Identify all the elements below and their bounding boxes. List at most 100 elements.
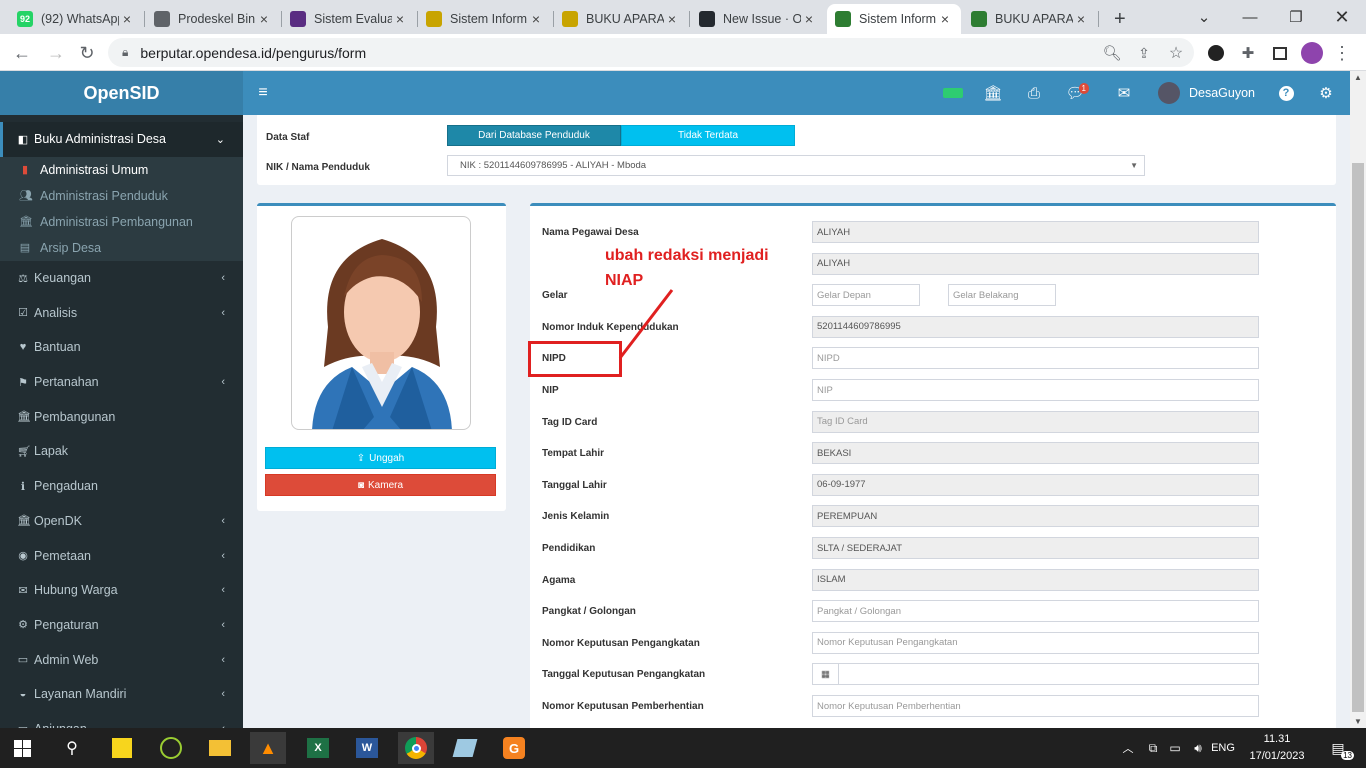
dari-database-button[interactable]: Dari Database Penduduk bbox=[447, 125, 621, 146]
sidebar-item[interactable]: 🏛︎ OpenDK ‹ bbox=[0, 504, 243, 539]
tidak-terdata-button[interactable]: Tidak Terdata bbox=[621, 125, 795, 146]
bank-icon[interactable]: 🏛︎ bbox=[981, 71, 1005, 115]
puzzle-icon[interactable]: ✚ bbox=[1234, 39, 1262, 67]
scroll-up-icon[interactable]: ▲ bbox=[1354, 73, 1362, 82]
field-input[interactable]: Pangkat / Golongan bbox=[812, 600, 1259, 623]
field-input[interactable]: PEREMPUAN bbox=[812, 505, 1259, 528]
user-menu[interactable]: DesaGuyon bbox=[1158, 71, 1258, 115]
browser-tab[interactable]: New Issue · O × bbox=[691, 4, 825, 34]
calendar-icon[interactable]: ▦ bbox=[813, 664, 839, 685]
browser-tab[interactable]: BUKU APARA × bbox=[554, 4, 688, 34]
field-input[interactable]: ALIYAH bbox=[812, 252, 1259, 275]
app-orange-icon[interactable]: G bbox=[496, 732, 532, 764]
chrome-menu-icon[interactable]: ⋮ bbox=[1328, 39, 1356, 67]
sidebar-item[interactable]: ✉︎ Hubung Warga ‹ bbox=[0, 573, 243, 608]
field-input[interactable]: BEKASI bbox=[812, 442, 1259, 465]
tab-close-icon[interactable]: × bbox=[1073, 11, 1089, 27]
close-window-icon[interactable]: ✕ bbox=[1319, 0, 1365, 34]
tab-close-icon[interactable]: × bbox=[119, 11, 135, 27]
field-input[interactable]: NIPD bbox=[812, 347, 1259, 370]
profile-avatar[interactable] bbox=[1298, 39, 1326, 67]
browser-tab[interactable]: Sistem Inform × bbox=[827, 4, 961, 34]
envelope-icon[interactable]: ✉︎ bbox=[1112, 71, 1136, 115]
url-bar[interactable]: 🔒︎ berputar.opendesa.id/pengurus/form bbox=[108, 38, 1194, 67]
tab-close-icon[interactable]: × bbox=[664, 11, 680, 27]
minimize-icon[interactable]: — bbox=[1227, 0, 1273, 34]
sidebar-item[interactable]: ⚙︎ Pengaturan ‹ bbox=[0, 608, 243, 643]
browser-tab[interactable]: BUKU APARA × bbox=[963, 4, 1097, 34]
sidebar-item[interactable]: ⚖︎ Keuangan ‹ bbox=[0, 261, 243, 296]
back-icon[interactable]: ← bbox=[8, 39, 36, 67]
sticky-notes-icon[interactable] bbox=[104, 732, 140, 764]
field-input[interactable]: Nomor Keputusan Pengangkatan bbox=[812, 631, 1259, 654]
subitem-administrasi-penduduk[interactable]: 👥︎ Administrasi Penduduk bbox=[0, 183, 243, 209]
sidebar-item[interactable]: ▭Anjungan‹ bbox=[0, 712, 243, 728]
field-input[interactable]: Tag ID Card bbox=[812, 410, 1259, 433]
forward-icon[interactable]: → bbox=[42, 39, 70, 67]
chrome-icon[interactable] bbox=[398, 732, 434, 764]
comments-icon[interactable]: 💬︎ 1 bbox=[1063, 71, 1089, 115]
sidebar-item[interactable]: ▭ Admin Web ‹ bbox=[0, 642, 243, 677]
app-logo[interactable]: OpenSID bbox=[0, 71, 243, 115]
tab-close-icon[interactable]: × bbox=[256, 11, 272, 27]
field-input[interactable]: 06-09-1977 bbox=[812, 473, 1259, 496]
camera-button[interactable]: ◙ Kamera bbox=[265, 474, 496, 496]
file-explorer-icon[interactable] bbox=[202, 732, 238, 764]
clock[interactable]: 11.31 17/01/2023 bbox=[1243, 731, 1311, 765]
browser-tab[interactable]: 92 (92) WhatsApp × bbox=[9, 4, 143, 34]
reload-icon[interactable]: ↻ bbox=[73, 39, 101, 67]
nik-select[interactable]: NIK : 5201144609786995 - ALIYAH - Mboda … bbox=[447, 155, 1145, 176]
sidebar-item[interactable]: ⚑︎ Pertanahan ‹ bbox=[0, 365, 243, 400]
subitem-administrasi-umum[interactable]: ▮ Administrasi Umum bbox=[0, 157, 243, 183]
app-green-icon[interactable] bbox=[153, 732, 189, 764]
language-indicator[interactable]: ENG bbox=[1205, 732, 1241, 764]
sidebar-item-buku-administrasi[interactable]: ◧ Buku Administrasi Desa ⌄ bbox=[0, 122, 243, 157]
scroll-thumb[interactable] bbox=[1352, 163, 1364, 712]
tab-close-icon[interactable]: × bbox=[801, 11, 817, 27]
browser-tab[interactable]: Prodeskel Bin × bbox=[146, 4, 280, 34]
browser-tab[interactable]: Sistem Evalua × bbox=[282, 4, 416, 34]
sidebar-item[interactable]: 🏛︎ Pembangunan bbox=[0, 399, 243, 434]
notification-center-icon[interactable]: ▤ 13 bbox=[1320, 732, 1356, 764]
app-paper-icon[interactable] bbox=[447, 732, 483, 764]
field-input[interactable]: ISLAM bbox=[812, 568, 1259, 591]
field-input[interactable]: 5201144609786995 bbox=[812, 315, 1259, 338]
hamburger-icon[interactable]: ≡ bbox=[253, 71, 273, 115]
browser-tab[interactable]: Sistem Inform × bbox=[418, 4, 552, 34]
share-icon[interactable]: ⇪ bbox=[1130, 39, 1158, 67]
subitem-administrasi-pembangunan[interactable]: 🏛︎ Administrasi Pembangunan bbox=[0, 209, 243, 235]
sidebar-item[interactable]: ♥︎ Bantuan bbox=[0, 330, 243, 365]
sidebar-item[interactable]: ℹ︎ Pengaduan bbox=[0, 469, 243, 504]
field-input[interactable]: NIP bbox=[812, 379, 1259, 401]
upload-button[interactable]: ⇪ Unggah bbox=[265, 447, 496, 469]
sidebar-item[interactable]: ☑︎ Analisis ‹ bbox=[0, 295, 243, 330]
gelar-depan-input[interactable]: Gelar Depan bbox=[812, 284, 920, 307]
tab-close-icon[interactable]: × bbox=[937, 11, 953, 27]
scroll-down-icon[interactable]: ▼ bbox=[1354, 717, 1362, 726]
gelar-belakang-input[interactable]: Gelar Belakang bbox=[948, 284, 1056, 307]
subitem-arsip-desa[interactable]: ▤ Arsip Desa bbox=[0, 235, 243, 261]
field-input[interactable]: ALIYAH bbox=[812, 221, 1259, 243]
battery-icon[interactable] bbox=[941, 71, 965, 115]
tab-close-icon[interactable]: × bbox=[528, 11, 544, 27]
page-scrollbar[interactable]: ▲ ▼ bbox=[1350, 71, 1366, 728]
side-panel-icon[interactable] bbox=[1266, 39, 1294, 67]
tab-close-icon[interactable]: × bbox=[392, 11, 408, 27]
excel-icon[interactable]: X bbox=[300, 732, 336, 764]
bookmark-star-icon[interactable]: ☆ bbox=[1162, 39, 1190, 67]
settings-gear-icon[interactable]: ⚙︎ bbox=[1315, 71, 1337, 115]
help-icon[interactable]: ? bbox=[1275, 71, 1297, 115]
new-tab-button[interactable]: + bbox=[1106, 4, 1134, 34]
field-input[interactable]: Nomor Keputusan Pemberhentian bbox=[812, 695, 1259, 717]
tab-search-icon[interactable]: ⌄ bbox=[1181, 0, 1227, 34]
search-icon[interactable]: ⚲ bbox=[54, 732, 90, 764]
sidebar-item[interactable]: ◒ Layanan Mandiri ‹ bbox=[0, 677, 243, 712]
field-input[interactable]: ▦ bbox=[812, 663, 1259, 686]
restore-icon[interactable]: ❐ bbox=[1273, 0, 1319, 34]
extension-icon[interactable] bbox=[1202, 39, 1230, 67]
field-input[interactable]: SLTA / SEDERAJAT bbox=[812, 537, 1259, 559]
print-icon[interactable]: ⎙ bbox=[1022, 71, 1046, 115]
word-icon[interactable]: W bbox=[349, 732, 385, 764]
sidebar-item[interactable]: 🛒︎ Lapak bbox=[0, 434, 243, 469]
sidebar-item[interactable]: ◉︎ Pemetaan ‹ bbox=[0, 538, 243, 573]
